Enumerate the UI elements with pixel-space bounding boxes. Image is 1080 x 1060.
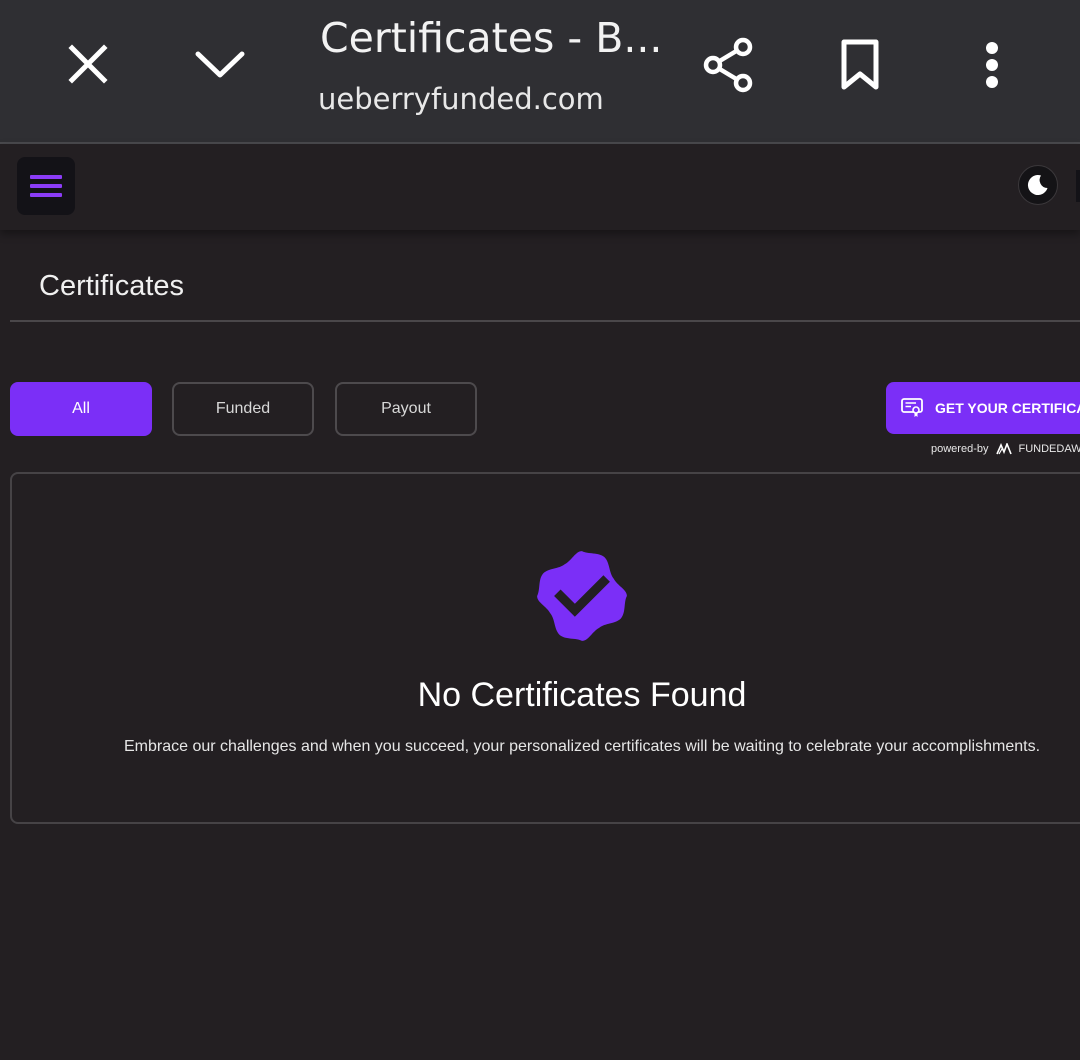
tab-payout[interactable]: Payout [335, 382, 477, 436]
title-divider [10, 320, 1080, 322]
browser-toolbar: Certificates - B... ueberryfunded.com [0, 0, 1080, 144]
url-display[interactable]: ueberryfunded.com [318, 82, 604, 116]
certificate-icon [901, 398, 923, 418]
tab-all[interactable]: All [10, 382, 152, 436]
app-header [0, 144, 1080, 230]
moon-icon [1027, 175, 1048, 196]
hamburger-menu-icon [30, 175, 62, 197]
menu-button[interactable] [17, 157, 75, 215]
header-edge-element [1076, 170, 1080, 202]
theme-toggle-button[interactable] [1018, 165, 1058, 205]
powered-by-note: powered-by FUNDEDAW [931, 443, 1080, 455]
chevron-down-icon[interactable] [192, 44, 248, 84]
close-icon[interactable] [66, 42, 110, 86]
empty-state-title: No Certificates Found [417, 676, 747, 714]
page-title: Certificates [39, 270, 185, 302]
share-icon[interactable] [700, 36, 756, 94]
empty-state-description: Embrace our challenges and when you succ… [123, 738, 1041, 755]
page-tab-title: Certificates - B... [320, 14, 663, 62]
get-certificate-button[interactable]: GET YOUR CERTIFICAT [886, 382, 1080, 434]
tab-funded[interactable]: Funded [172, 382, 314, 436]
get-certificate-label: GET YOUR CERTIFICAT [935, 400, 1080, 416]
powered-by-text: powered-by [931, 443, 989, 455]
more-vertical-icon[interactable] [976, 40, 1008, 90]
fundedaw-logo-icon [996, 443, 1013, 455]
bookmark-icon[interactable] [838, 38, 882, 92]
powered-by-brand: FUNDEDAW [1018, 443, 1080, 455]
verified-badge-icon [531, 545, 633, 652]
empty-state-card: No Certificates Found Embrace our challe… [10, 472, 1080, 824]
